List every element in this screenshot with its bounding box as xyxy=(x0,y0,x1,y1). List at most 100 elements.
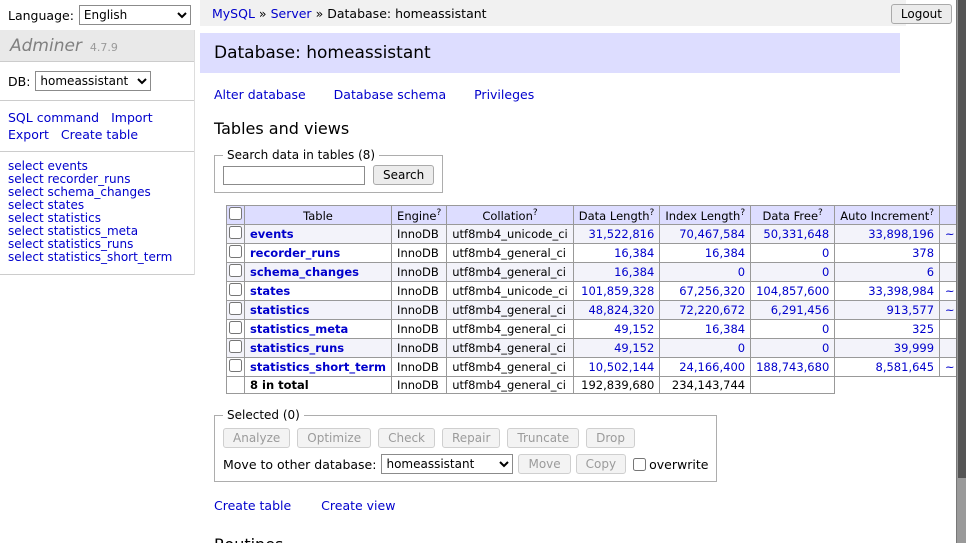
index-length-link[interactable]: 0 xyxy=(738,341,745,355)
nav-link[interactable]: Privileges xyxy=(474,87,534,102)
data-free-link[interactable]: 0 xyxy=(822,265,829,279)
help-icon[interactable]: ? xyxy=(740,208,745,218)
row-checkbox[interactable] xyxy=(229,264,242,277)
sidebar-table-link[interactable]: select statistics_short_term xyxy=(8,251,186,264)
help-icon[interactable]: ? xyxy=(650,208,655,218)
column-header: Table xyxy=(245,206,392,225)
help-icon[interactable]: ? xyxy=(533,208,538,218)
nav-link[interactable]: Alter database xyxy=(214,87,306,102)
table-name-link[interactable]: statistics_runs xyxy=(250,341,344,355)
table-name-link[interactable]: recorder_runs xyxy=(250,246,340,260)
index-length-link[interactable]: 16,384 xyxy=(705,246,745,260)
engine-cell: InnoDB xyxy=(392,358,447,377)
copy-button[interactable]: Copy xyxy=(576,454,626,474)
auto-increment-link[interactable]: 33,898,196 xyxy=(868,227,934,241)
data-free-link[interactable]: 0 xyxy=(822,246,829,260)
row-checkbox[interactable] xyxy=(229,321,242,334)
move-row: Move to other database: homeassistant Mo… xyxy=(223,454,708,474)
index-length-link[interactable]: 16,384 xyxy=(705,322,745,336)
collation-cell: utf8mb4_unicode_ci xyxy=(447,282,574,301)
data-length-link[interactable]: 31,522,816 xyxy=(588,227,654,241)
table-name-link[interactable]: statistics_short_term xyxy=(250,360,386,374)
import-link[interactable]: Import xyxy=(111,110,153,125)
move-db-label: Move to other database: xyxy=(223,457,376,472)
table-total-row: 8 in total InnoDB utf8mb4_general_ci 192… xyxy=(227,377,966,394)
create-link[interactable]: Create table xyxy=(214,498,291,513)
collation-cell: utf8mb4_general_ci xyxy=(447,301,574,320)
auto-increment-link[interactable]: 325 xyxy=(912,322,934,336)
table-name-link[interactable]: states xyxy=(250,284,290,298)
auto-increment-link[interactable]: 6 xyxy=(927,265,934,279)
export-link[interactable]: Export xyxy=(8,127,49,142)
index-length-link[interactable]: 70,467,584 xyxy=(679,227,745,241)
breadcrumb-link-mysql[interactable]: MySQL xyxy=(212,6,255,21)
row-checkbox[interactable] xyxy=(229,283,242,296)
logout-button[interactable]: Logout xyxy=(891,4,952,24)
data-length-link[interactable]: 16,384 xyxy=(614,265,654,279)
table-name-link[interactable]: events xyxy=(250,227,294,241)
sql-command-link[interactable]: SQL command xyxy=(8,110,99,125)
nav-link[interactable]: Database schema xyxy=(334,87,446,102)
auto-increment-link[interactable]: 39,999 xyxy=(894,341,934,355)
row-checkbox[interactable] xyxy=(229,245,242,258)
data-free-link[interactable]: 50,331,648 xyxy=(763,227,829,241)
move-db-select[interactable]: homeassistant xyxy=(381,454,513,474)
column-header: Data Free? xyxy=(751,206,835,225)
help-icon[interactable]: ? xyxy=(929,208,934,218)
scrollbar-thumb[interactable] xyxy=(958,0,966,478)
db-select[interactable]: homeassistant xyxy=(35,71,151,91)
data-free-link[interactable]: 6,291,456 xyxy=(771,303,830,317)
auto-increment-link[interactable]: 913,577 xyxy=(886,303,934,317)
operation-button[interactable]: Check xyxy=(378,428,435,448)
vertical-scrollbar xyxy=(956,0,966,543)
operation-button[interactable]: Repair xyxy=(442,428,500,448)
operation-button[interactable]: Truncate xyxy=(507,428,579,448)
move-button[interactable]: Move xyxy=(518,454,570,474)
help-icon[interactable]: ? xyxy=(818,208,823,218)
breadcrumb-link-server[interactable]: Server xyxy=(271,6,312,21)
row-checkbox[interactable] xyxy=(229,359,242,372)
routines-title: Routines xyxy=(214,535,956,543)
table-row: statistics_runs InnoDB utf8mb4_general_c… xyxy=(227,339,966,358)
help-icon[interactable]: ? xyxy=(436,208,441,218)
create-table-link[interactable]: Create table xyxy=(61,127,138,142)
table-header-row: Table Engine? Collation? Data Length? In… xyxy=(227,206,966,225)
search-input[interactable] xyxy=(223,166,365,185)
data-free-link[interactable]: 188,743,680 xyxy=(756,360,829,374)
create-link[interactable]: Create view xyxy=(321,498,395,513)
operation-button[interactable]: Drop xyxy=(586,428,635,448)
operation-button[interactable]: Optimize xyxy=(297,428,371,448)
table-name-link[interactable]: statistics xyxy=(250,303,310,317)
table-name-link[interactable]: schema_changes xyxy=(250,265,359,279)
auto-increment-link[interactable]: 33,398,984 xyxy=(868,284,934,298)
row-checkbox[interactable] xyxy=(229,226,242,239)
overwrite-checkbox[interactable] xyxy=(633,458,646,471)
data-length-link[interactable]: 10,502,144 xyxy=(588,360,654,374)
data-length-link[interactable]: 16,384 xyxy=(614,246,654,260)
engine-cell: InnoDB xyxy=(392,225,447,244)
data-length-link[interactable]: 49,152 xyxy=(614,341,654,355)
row-checkbox[interactable] xyxy=(229,302,242,315)
data-free-link[interactable]: 0 xyxy=(822,322,829,336)
row-checkbox[interactable] xyxy=(229,340,242,353)
total-data-free xyxy=(751,377,835,394)
sidebar-actions: SQL command Import Export Create table xyxy=(0,101,194,152)
search-button[interactable]: Search xyxy=(373,165,434,185)
index-length-link[interactable]: 0 xyxy=(738,265,745,279)
select-all-checkbox[interactable] xyxy=(229,207,242,220)
engine-cell: InnoDB xyxy=(392,263,447,282)
data-free-link[interactable]: 0 xyxy=(822,341,829,355)
data-length-link[interactable]: 49,152 xyxy=(614,322,654,336)
data-free-link[interactable]: 104,857,600 xyxy=(756,284,829,298)
data-length-link[interactable]: 101,859,328 xyxy=(581,284,654,298)
index-length-link[interactable]: 67,256,320 xyxy=(679,284,745,298)
auto-increment-link[interactable]: 8,581,645 xyxy=(876,360,935,374)
auto-increment-link[interactable]: 378 xyxy=(912,246,934,260)
operation-button[interactable]: Analyze xyxy=(223,428,290,448)
index-length-link[interactable]: 72,220,672 xyxy=(679,303,745,317)
table-name-link[interactable]: statistics_meta xyxy=(250,322,348,336)
total-label: 8 in total xyxy=(245,377,392,394)
language-select[interactable]: English xyxy=(79,5,191,25)
data-length-link[interactable]: 48,824,320 xyxy=(588,303,654,317)
index-length-link[interactable]: 24,166,400 xyxy=(679,360,745,374)
